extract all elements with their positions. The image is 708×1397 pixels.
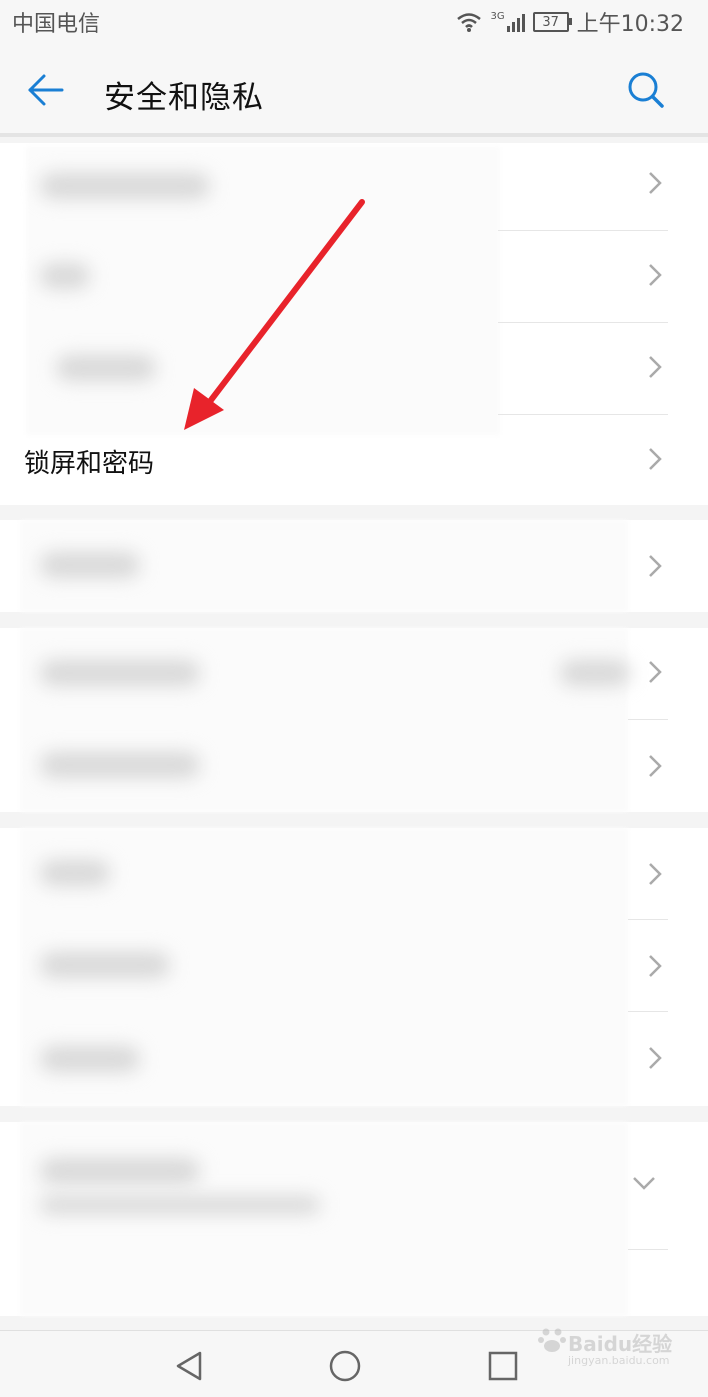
settings-item-1[interactable] — [0, 143, 708, 231]
settings-item-expandable[interactable] — [0, 1122, 708, 1250]
status-icons: 3G 37 上午10:32 — [456, 6, 684, 38]
chevron-right-icon — [649, 755, 662, 777]
status-bar: 中国电信 3G 37 上午10:32 — [0, 0, 708, 42]
settings-group-2 — [0, 520, 708, 612]
nav-home-icon[interactable] — [328, 1349, 362, 1383]
settings-group-3 — [0, 628, 708, 812]
nav-recent-icon[interactable] — [486, 1349, 520, 1383]
chevron-right-icon — [649, 448, 662, 470]
chevron-right-icon — [649, 555, 662, 577]
paw-icon — [538, 1328, 566, 1352]
settings-group-1: 锁屏和密码 — [0, 143, 708, 505]
battery-level: 37 — [542, 14, 559, 30]
nav-back-icon[interactable] — [172, 1349, 206, 1383]
watermark-url: jingyan.baidu.com — [568, 1354, 670, 1367]
chevron-right-icon — [649, 955, 662, 977]
chevron-right-icon — [649, 863, 662, 885]
header-divider — [0, 133, 708, 137]
wifi-icon — [457, 13, 482, 32]
settings-item-9[interactable] — [0, 1012, 708, 1106]
search-icon[interactable] — [626, 70, 666, 110]
network-type: 3G — [490, 11, 505, 22]
carrier-name: 中国电信 — [12, 12, 101, 37]
settings-item-4[interactable] — [0, 520, 708, 612]
settings-item-2[interactable] — [0, 231, 708, 323]
battery-icon: 37 — [532, 12, 572, 32]
chevron-right-icon — [649, 172, 662, 194]
settings-group-4 — [0, 828, 708, 1106]
settings-item-lock-screen[interactable]: 锁屏和密码 — [0, 415, 708, 505]
chevron-right-icon — [649, 264, 662, 286]
lock-screen-label: 锁屏和密码 — [24, 449, 155, 479]
chevron-right-icon — [649, 661, 662, 683]
settings-item-6[interactable] — [0, 720, 708, 812]
app-header: 安全和隐私 — [0, 42, 708, 134]
watermark-text: Baidu经验 — [568, 1332, 673, 1356]
back-arrow-icon[interactable] — [26, 70, 66, 110]
chevron-right-icon — [649, 356, 662, 378]
page-title: 安全和隐私 — [104, 80, 264, 116]
settings-group-5 — [0, 1122, 708, 1316]
clock: 上午10:32 — [576, 12, 684, 37]
settings-item-3[interactable] — [0, 323, 708, 415]
settings-item-5[interactable] — [0, 628, 708, 720]
baidu-watermark: Baidu经验 jingyan.baidu.com — [538, 1320, 688, 1376]
settings-item-8[interactable] — [0, 920, 708, 1012]
settings-item-7[interactable] — [0, 828, 708, 920]
chevron-right-icon — [649, 1047, 662, 1069]
signal-icon: 3G — [490, 11, 525, 32]
chevron-down-icon — [633, 1177, 655, 1190]
